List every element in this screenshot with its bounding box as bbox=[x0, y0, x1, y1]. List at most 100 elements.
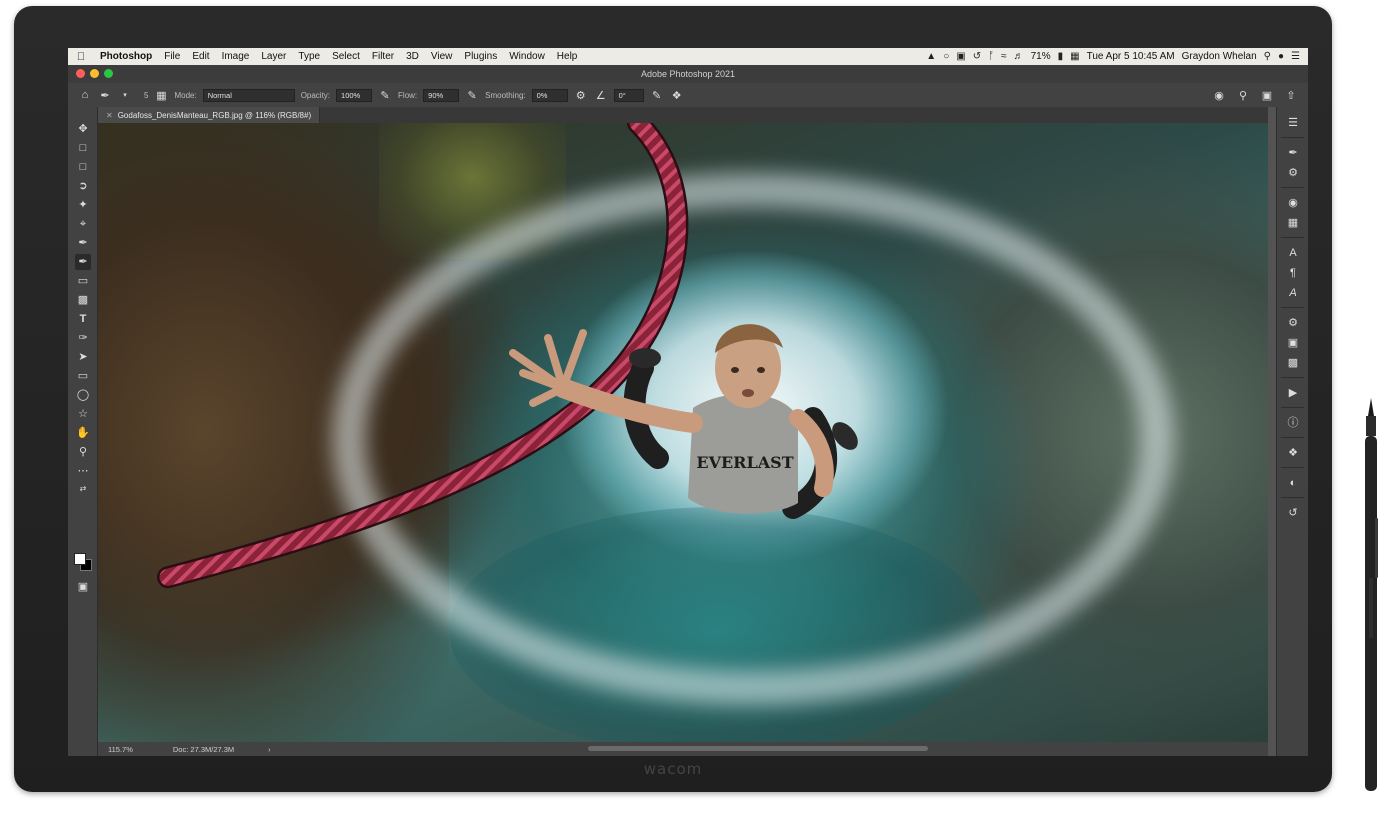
mac-menubar:  Photoshop File Edit Image Layer Type S… bbox=[68, 48, 1308, 65]
menu-help[interactable]: Help bbox=[551, 51, 584, 62]
marquee-tool-icon[interactable]: □ bbox=[75, 159, 91, 175]
color-panel-icon[interactable]: ◉ bbox=[1285, 195, 1301, 211]
input-menu-icon[interactable]: ▦ bbox=[1070, 51, 1079, 62]
eyedropper-tool-icon[interactable]: ✒ bbox=[75, 235, 91, 251]
canvas-area[interactable]: EVERLAST bbox=[98, 123, 1268, 742]
tools-panel: ✥ □ □ ➲ ✦ ⌖ ✒ ✒ ▭ ▩ T ✑ ➤ ▭ ◯ ☆ ✋ ⚲ ⋯ ⇄ … bbox=[68, 107, 98, 756]
home-icon[interactable]: ⌂ bbox=[78, 89, 92, 101]
menu-select[interactable]: Select bbox=[326, 51, 366, 62]
brush-size-value[interactable]: 5 bbox=[144, 91, 148, 100]
brush-tool-icon[interactable]: ✒ bbox=[75, 254, 91, 270]
menu-plugins[interactable]: Plugins bbox=[458, 51, 503, 62]
brushes-panel-icon[interactable]: ✒ bbox=[1285, 145, 1301, 161]
close-window-button[interactable] bbox=[76, 69, 85, 78]
opacity-field[interactable]: 100% bbox=[336, 88, 373, 102]
hand-tool-icon[interactable]: ✋ bbox=[75, 425, 91, 441]
mode-select[interactable]: Normal bbox=[202, 88, 295, 102]
menu-image[interactable]: Image bbox=[216, 51, 256, 62]
type-tool-icon[interactable]: T bbox=[75, 311, 91, 327]
gradient-tool-icon[interactable]: ▩ bbox=[75, 292, 91, 308]
foreground-color-swatch[interactable] bbox=[74, 553, 86, 565]
styles-panel-icon[interactable]: ◐ bbox=[1285, 475, 1301, 491]
close-tab-icon[interactable]: ✕ bbox=[106, 111, 113, 120]
creative-cloud-icon[interactable]: ○ bbox=[943, 51, 949, 62]
layers-panel-icon[interactable]: ☰ bbox=[1285, 115, 1301, 131]
info-panel-icon[interactable]: ⓘ bbox=[1285, 415, 1301, 431]
history-panel-icon[interactable]: ↺ bbox=[1285, 505, 1301, 521]
more-tools-icon[interactable]: ⋯ bbox=[75, 463, 91, 479]
move-tool-icon[interactable]: ✥ bbox=[75, 121, 91, 137]
angle-icon: ∠ bbox=[595, 89, 606, 102]
horizontal-scrollbar[interactable] bbox=[588, 746, 928, 751]
menu-3d[interactable]: 3D bbox=[400, 51, 425, 62]
flow-field[interactable]: 90% bbox=[423, 88, 460, 102]
device-bezel-bottom: wacom bbox=[54, 752, 1292, 792]
swatches-panel-icon[interactable]: ▦ bbox=[1285, 215, 1301, 231]
pressure-opacity-icon[interactable]: ✎ bbox=[378, 89, 392, 102]
siri-icon[interactable]: ● bbox=[1278, 51, 1284, 62]
angle-field[interactable]: 0° bbox=[613, 88, 644, 102]
adjustments-panel-icon[interactable]: ⚙ bbox=[1285, 165, 1301, 181]
display-icon[interactable]: ▣ bbox=[956, 51, 965, 62]
artboard-tool-icon[interactable]: □ bbox=[75, 140, 91, 156]
battery-icon[interactable]: ▮ bbox=[1058, 51, 1064, 62]
apple-icon[interactable]:  bbox=[68, 51, 94, 63]
menu-app-photoshop[interactable]: Photoshop bbox=[94, 51, 158, 62]
ellipse-tool-icon[interactable]: ◯ bbox=[75, 387, 91, 403]
menu-type[interactable]: Type bbox=[292, 51, 326, 62]
document-tab-title: Godafoss_DenisManteau_RGB.jpg @ 116% (RG… bbox=[117, 110, 312, 120]
volume-icon[interactable]: ♬ bbox=[1014, 51, 1024, 62]
pressure-size-icon[interactable]: ✎ bbox=[650, 89, 664, 102]
crop-tool-icon[interactable]: ⌖ bbox=[75, 216, 91, 232]
glyphs-panel-icon[interactable]: A bbox=[1285, 285, 1301, 301]
menu-window[interactable]: Window bbox=[503, 51, 551, 62]
document-tab[interactable]: ✕ Godafoss_DenisManteau_RGB.jpg @ 116% (… bbox=[98, 107, 321, 123]
menu-file[interactable]: File bbox=[158, 51, 186, 62]
eraser-tool-icon[interactable]: ▭ bbox=[75, 273, 91, 289]
document-tabbar: ✕ Godafoss_DenisManteau_RGB.jpg @ 116% (… bbox=[98, 107, 1268, 123]
spotlight-search-icon[interactable]: ⚲ bbox=[1264, 51, 1271, 62]
pen-stylus bbox=[1365, 398, 1378, 791]
menu-edit[interactable]: Edit bbox=[186, 51, 215, 62]
pen-tool-icon[interactable]: ✑ bbox=[75, 330, 91, 346]
actions-panel-icon[interactable]: ▶ bbox=[1285, 385, 1301, 401]
channels-panel-icon[interactable]: ▩ bbox=[1285, 355, 1301, 371]
character-panel-icon[interactable]: A bbox=[1285, 245, 1301, 261]
zoom-tool-icon[interactable]: ⚲ bbox=[75, 444, 91, 460]
gear-icon[interactable]: ⚙ bbox=[574, 89, 588, 102]
swap-colors-icon[interactable]: ⇄ bbox=[75, 481, 91, 497]
bluetooth-icon[interactable]: ᚩ bbox=[988, 51, 994, 62]
symmetry-icon[interactable]: ❖ bbox=[670, 89, 684, 102]
control-center-icon[interactable]: ☰ bbox=[1291, 51, 1300, 62]
custom-shape-tool-icon[interactable]: ☆ bbox=[75, 406, 91, 422]
screen-mode-icon[interactable]: ▣ bbox=[75, 579, 91, 595]
path-selection-tool-icon[interactable]: ➤ bbox=[75, 349, 91, 365]
menu-filter[interactable]: Filter bbox=[366, 51, 400, 62]
wifi-icon[interactable]: ≈ bbox=[1001, 51, 1007, 62]
time-machine-icon[interactable]: ↺ bbox=[973, 51, 981, 62]
paths-panel-icon[interactable]: ❖ bbox=[1285, 445, 1301, 461]
brush-tool-preset-icon[interactable]: ✒ bbox=[98, 89, 112, 102]
menu-view[interactable]: View bbox=[425, 51, 459, 62]
rectangle-tool-icon[interactable]: ▭ bbox=[75, 368, 91, 384]
minimize-window-button[interactable] bbox=[90, 69, 99, 78]
brush-settings-icon[interactable]: ▦ bbox=[154, 89, 168, 102]
chevron-down-icon[interactable]: ▾ bbox=[118, 91, 132, 99]
adobe-icon[interactable]: ▲ bbox=[926, 51, 936, 62]
menu-layer[interactable]: Layer bbox=[255, 51, 292, 62]
paragraph-panel-icon[interactable]: ¶ bbox=[1285, 265, 1301, 281]
workspace-icon[interactable]: ▣ bbox=[1260, 89, 1274, 102]
libraries-panel-icon[interactable]: ▣ bbox=[1285, 335, 1301, 351]
document-image[interactable]: EVERLAST bbox=[98, 123, 1268, 742]
menubar-user[interactable]: Graydon Whelan bbox=[1182, 51, 1257, 62]
magic-wand-tool-icon[interactable]: ✦ bbox=[75, 197, 91, 213]
share-icon[interactable]: ⇧ bbox=[1284, 89, 1298, 102]
airbrush-icon[interactable]: ✎ bbox=[465, 89, 479, 102]
search-icon[interactable]: ⚲ bbox=[1236, 89, 1250, 102]
lasso-tool-icon[interactable]: ➲ bbox=[75, 178, 91, 194]
smoothing-field[interactable]: 0% bbox=[531, 88, 568, 102]
properties-panel-icon[interactable]: ⚙ bbox=[1285, 315, 1301, 331]
learn-icon[interactable]: ◉ bbox=[1212, 89, 1226, 102]
menubar-datetime[interactable]: Tue Apr 5 10:45 AM bbox=[1087, 51, 1175, 62]
zoom-window-button[interactable] bbox=[104, 69, 113, 78]
